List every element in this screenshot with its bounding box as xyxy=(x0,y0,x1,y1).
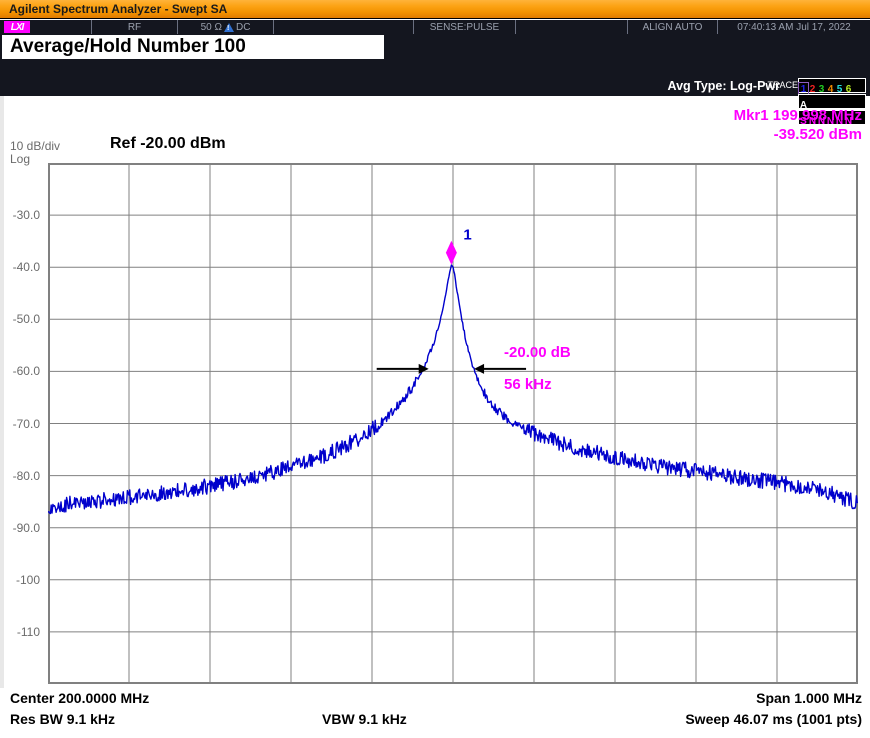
marker-1-diamond[interactable] xyxy=(446,241,457,265)
status-cell-lxi xyxy=(0,20,92,34)
status-cell-blank-2 xyxy=(516,20,628,34)
center-frequency[interactable]: Center 200.0000 MHz xyxy=(10,690,149,706)
ifgain-value[interactable]: IFGain:Low xyxy=(276,115,366,130)
sweep-time[interactable]: Sweep 46.07 ms (1001 pts) xyxy=(685,711,862,727)
span[interactable]: Span 1.000 MHz xyxy=(756,690,862,706)
y-axis-tick-4: -70.0 xyxy=(13,417,40,431)
bandwidth-level-label: -20.00 dB xyxy=(504,344,571,361)
y-axis-tick-7: -100 xyxy=(16,573,40,587)
double-arrow-icon: ↔ xyxy=(338,103,374,115)
status-cell-sense: SENSE:PULSE xyxy=(414,20,516,34)
status-cell-datetime: 07:40:13 AM Jul 17, 2022 xyxy=(718,20,870,34)
bandwidth-width-label: 56 kHz xyxy=(504,376,552,393)
y-axis-tick-5: -80.0 xyxy=(13,469,40,483)
bandwidth-left-arrow-head xyxy=(419,364,429,374)
footer-status-bar: Center 200.0000 MHz Span 1.000 MHz Res B… xyxy=(0,688,870,738)
y-axis-labels: -30.0 -40.0 -50.0 -60.0 -70.0 -80.0 -90.0 -100 -… xyxy=(0,163,44,684)
window-titlebar: Agilent Spectrum Analyzer - Swept SA xyxy=(0,0,870,19)
video-bandwidth[interactable]: VBW 9.1 kHz xyxy=(322,711,407,727)
marker-frequency: Mkr1 199.998 MHz xyxy=(734,106,862,125)
spectrum-plot[interactable]: 1 -20.00 dB 56 kHz xyxy=(48,163,858,684)
plot-gridlines xyxy=(48,163,858,684)
status-cell-blank-1 xyxy=(274,20,414,34)
marker-1-number: 1 xyxy=(463,227,471,244)
y-axis-tick-3: -60.0 xyxy=(13,364,40,378)
status-cell-impedance: 50 Ω DC xyxy=(178,20,274,34)
average-hold-number-readout[interactable]: Average/Hold Number 100 xyxy=(2,35,384,59)
spectrum-analyzer-window: Agilent Spectrum Analyzer - Swept SA LXI… xyxy=(0,0,870,738)
plot-svg: 1 -20.00 dB 56 kHz xyxy=(48,163,858,684)
y-axis-tick-0: -30.0 xyxy=(13,208,40,222)
window-title: Agilent Spectrum Analyzer - Swept SA xyxy=(9,2,227,16)
status-cell-rf: RF xyxy=(92,20,178,34)
instrument-status-strip: LXI RF 50 Ω DC SENSE:PULSE ALIGN AUTO 07… xyxy=(0,20,870,34)
attenuation-value[interactable]: Atten: 6 dB xyxy=(392,112,480,130)
y-axis-tick-6: -90.0 xyxy=(13,521,40,535)
y-axis-tick-1: -40.0 xyxy=(13,260,40,274)
coupling-label: DC xyxy=(236,22,250,33)
impedance-label: 50 Ω xyxy=(201,22,222,33)
avg-type-value[interactable]: Avg Type: Log-Pwr xyxy=(554,78,780,94)
trace-row-label: TRACE xyxy=(767,78,798,93)
trace-row: TRACE 123456 xyxy=(770,78,868,93)
marker-amplitude: -39.520 dBm xyxy=(734,125,862,144)
trace-number-cells[interactable]: 123456 xyxy=(798,78,866,93)
trigger-value[interactable]: Trig: Free Run xyxy=(392,94,480,112)
reference-level[interactable]: Ref -20.00 dBm xyxy=(110,135,226,153)
trigger-settings-block: Trig: Free Run Atten: 6 dB xyxy=(392,94,480,130)
status-cell-align: ALIGN AUTO xyxy=(628,20,718,34)
y-axis-tick-2: -50.0 xyxy=(13,312,40,326)
warning-icon xyxy=(224,23,234,32)
scale-per-division[interactable]: 10 dB/div xyxy=(10,139,60,153)
measurement-settings-panel: Average/Hold Number 100 PNO: Wide IFGain… xyxy=(0,34,870,96)
marker-readout: Mkr1 199.998 MHz -39.520 dBm xyxy=(734,106,862,144)
resolution-bandwidth[interactable]: Res BW 9.1 kHz xyxy=(10,711,115,727)
y-axis-tick-8: -110 xyxy=(17,625,40,639)
